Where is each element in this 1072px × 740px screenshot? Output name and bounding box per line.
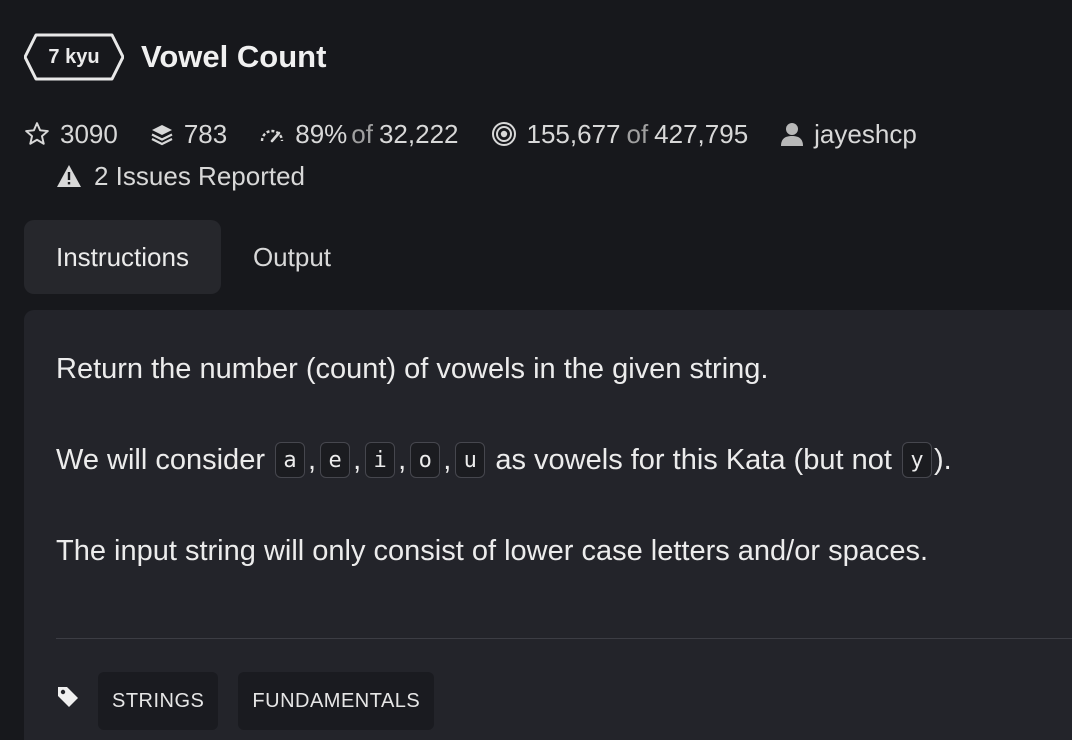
kata-title: Vowel Count <box>141 39 327 74</box>
vowel-code-e: e <box>320 442 351 478</box>
collections-stat[interactable]: 783 <box>150 119 227 150</box>
collections-count: 783 <box>183 118 228 149</box>
target-icon <box>491 122 516 146</box>
rank-label: 7 kyu <box>48 45 100 68</box>
kata-page: 7 kyu Vowel Count 3090 783 89% of 32,222… <box>0 0 1072 740</box>
vowel-code-i: i <box>365 442 396 478</box>
tag-icon <box>58 687 78 707</box>
warning-triangle-icon <box>57 165 81 187</box>
satisfaction-percent: 89% <box>295 118 348 149</box>
satisfaction-stat: 89% of 32,222 <box>259 118 459 150</box>
rank-badge: 7 kyu <box>24 32 124 82</box>
kata-header: 7 kyu Vowel Count <box>24 32 326 82</box>
vowels-suffix: ). <box>933 443 952 476</box>
instructions-panel: Return the number (count) of vowels in t… <box>24 310 1072 740</box>
author-name: jayeshcp <box>814 118 917 149</box>
vowels-middle: as vowels for this Kata (but not <box>495 443 892 476</box>
stack-layers-icon <box>151 125 173 146</box>
stars-stat[interactable]: 3090 <box>24 119 118 150</box>
satisfaction-of: of <box>351 118 373 149</box>
stars-count: 3090 <box>60 118 118 149</box>
excluded-code-y: y <box>901 442 932 478</box>
tag-fundamentals[interactable]: FUNDAMENTALS <box>238 672 435 730</box>
tag-strings[interactable]: STRINGS <box>98 672 219 730</box>
star-icon <box>25 122 49 145</box>
divider <box>56 638 1072 639</box>
completed-of: of <box>626 118 649 149</box>
description-paragraph-1: Return the number (count) of vowels in t… <box>56 352 769 385</box>
kata-stats: 3090 783 89% of 32,222 155,677 of 427,79… <box>24 116 949 152</box>
attempted-count: 427,795 <box>654 118 749 149</box>
tab-instructions[interactable]: Instructions <box>24 220 221 294</box>
vowel-code-u: u <box>455 442 486 478</box>
description-paragraph-3: The input string will only consist of lo… <box>56 534 929 567</box>
author-stat[interactable]: jayeshcp <box>780 119 917 150</box>
vowel-code-a: a <box>275 442 306 478</box>
tag-list: STRINGS FUNDAMENTALS <box>56 672 454 730</box>
tab-output[interactable]: Output <box>221 220 363 294</box>
completion-stat: 155,677 of 427,795 <box>491 118 749 150</box>
issues-label: 2 Issues Reported <box>94 160 306 191</box>
completed-count: 155,677 <box>526 118 621 149</box>
issues-link[interactable]: 2 Issues Reported <box>56 158 305 194</box>
description-paragraph-2: We will consider a, e, i, o, u as vowels… <box>56 438 952 482</box>
vowel-code-o: o <box>410 442 441 478</box>
user-icon <box>781 123 804 146</box>
vowels-prefix: We will consider <box>56 443 265 476</box>
kata-tabs: Instructions Output <box>24 220 363 294</box>
gauge-icon <box>261 129 284 143</box>
satisfaction-votes: 32,222 <box>378 118 459 149</box>
